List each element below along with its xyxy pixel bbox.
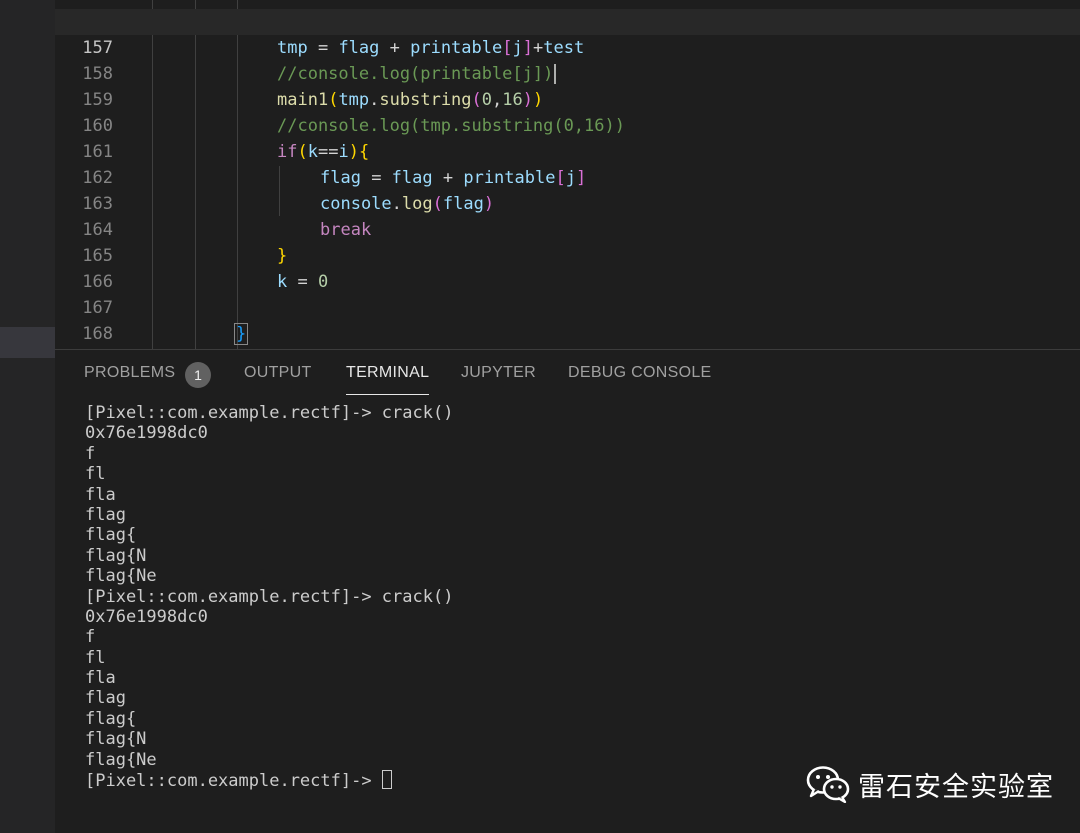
code-editor[interactable]: 156 tmp = flag + printable[j]+test 157 /…: [55, 0, 1080, 349]
code-line-current: 157 //console.log(printable[j]): [55, 9, 1080, 84]
code-line: 160 if(k==i){: [55, 87, 1080, 162]
code-line: 165 k = 0: [55, 217, 1080, 292]
terminal-line: flag: [85, 504, 126, 525]
code-line: 169: [55, 321, 1080, 347]
activity-bar: [0, 0, 55, 833]
terminal-line: fla: [85, 484, 116, 505]
tab-terminal[interactable]: TERMINAL: [346, 364, 430, 395]
code-line: 158 main1(tmp.substring(0,16)): [55, 35, 1080, 110]
activity-highlight: [0, 327, 55, 358]
terminal-line: flag{N: [85, 545, 147, 566]
code-line: 156 tmp = flag + printable[j]+test: [55, 0, 1080, 58]
terminal-line: fl: [85, 647, 106, 668]
tab-problems[interactable]: PROBLEMS: [84, 364, 175, 382]
terminal-line: 0x76e1998dc0: [85, 606, 208, 627]
terminal-line: fl: [85, 464, 106, 485]
terminal-line: flag{Ne: [85, 566, 157, 587]
wechat-icon: [806, 766, 850, 803]
terminal-line: flag: [85, 688, 126, 709]
terminal-line: flag{: [85, 708, 137, 729]
tab-output[interactable]: OUTPUT: [244, 364, 312, 382]
code-line: 166: [55, 243, 1080, 292]
terminal[interactable]: [Pixel::com.example.rectf]-> crack() 0x7…: [85, 403, 1045, 792]
code-line: 161 flag = flag + printable[j]: [55, 113, 1080, 188]
terminal-line: flag{: [85, 525, 137, 546]
terminal-line: f: [85, 443, 96, 464]
tab-jupyter[interactable]: JUPYTER: [461, 364, 536, 382]
problems-count-badge: 1: [185, 362, 211, 388]
terminal-line: [Pixel::com.example.rectf]-> crack(): [85, 586, 454, 607]
code-line: 163 break: [55, 165, 1080, 240]
terminal-line: 0x76e1998dc0: [85, 423, 208, 444]
watermark: 雷石安全实验室: [806, 764, 1054, 804]
terminal-line: fla: [85, 668, 116, 689]
code-line: 159 //console.log(tmp.substring(0,16)): [55, 61, 1080, 136]
bottom-panel: PROBLEMS 1 OUTPUT TERMINAL JUPYTER DEBUG…: [55, 349, 1080, 833]
code-line: 164 }: [55, 191, 1080, 266]
tab-debug-console[interactable]: DEBUG CONSOLE: [568, 364, 712, 382]
terminal-line: [Pixel::com.example.rectf]-> crack(): [85, 403, 454, 423]
watermark-text: 雷石安全实验室: [858, 771, 1054, 803]
code-line: 168: [55, 295, 1080, 344]
code-line: 162 console.log(flag): [55, 139, 1080, 214]
code-line: 167 }: [55, 269, 1080, 345]
terminal-line: flag{N: [85, 729, 147, 750]
terminal-line: f: [85, 627, 96, 648]
terminal-cursor: [381, 770, 392, 790]
terminal-prompt: [Pixel::com.example.rectf]->: [85, 771, 382, 792]
